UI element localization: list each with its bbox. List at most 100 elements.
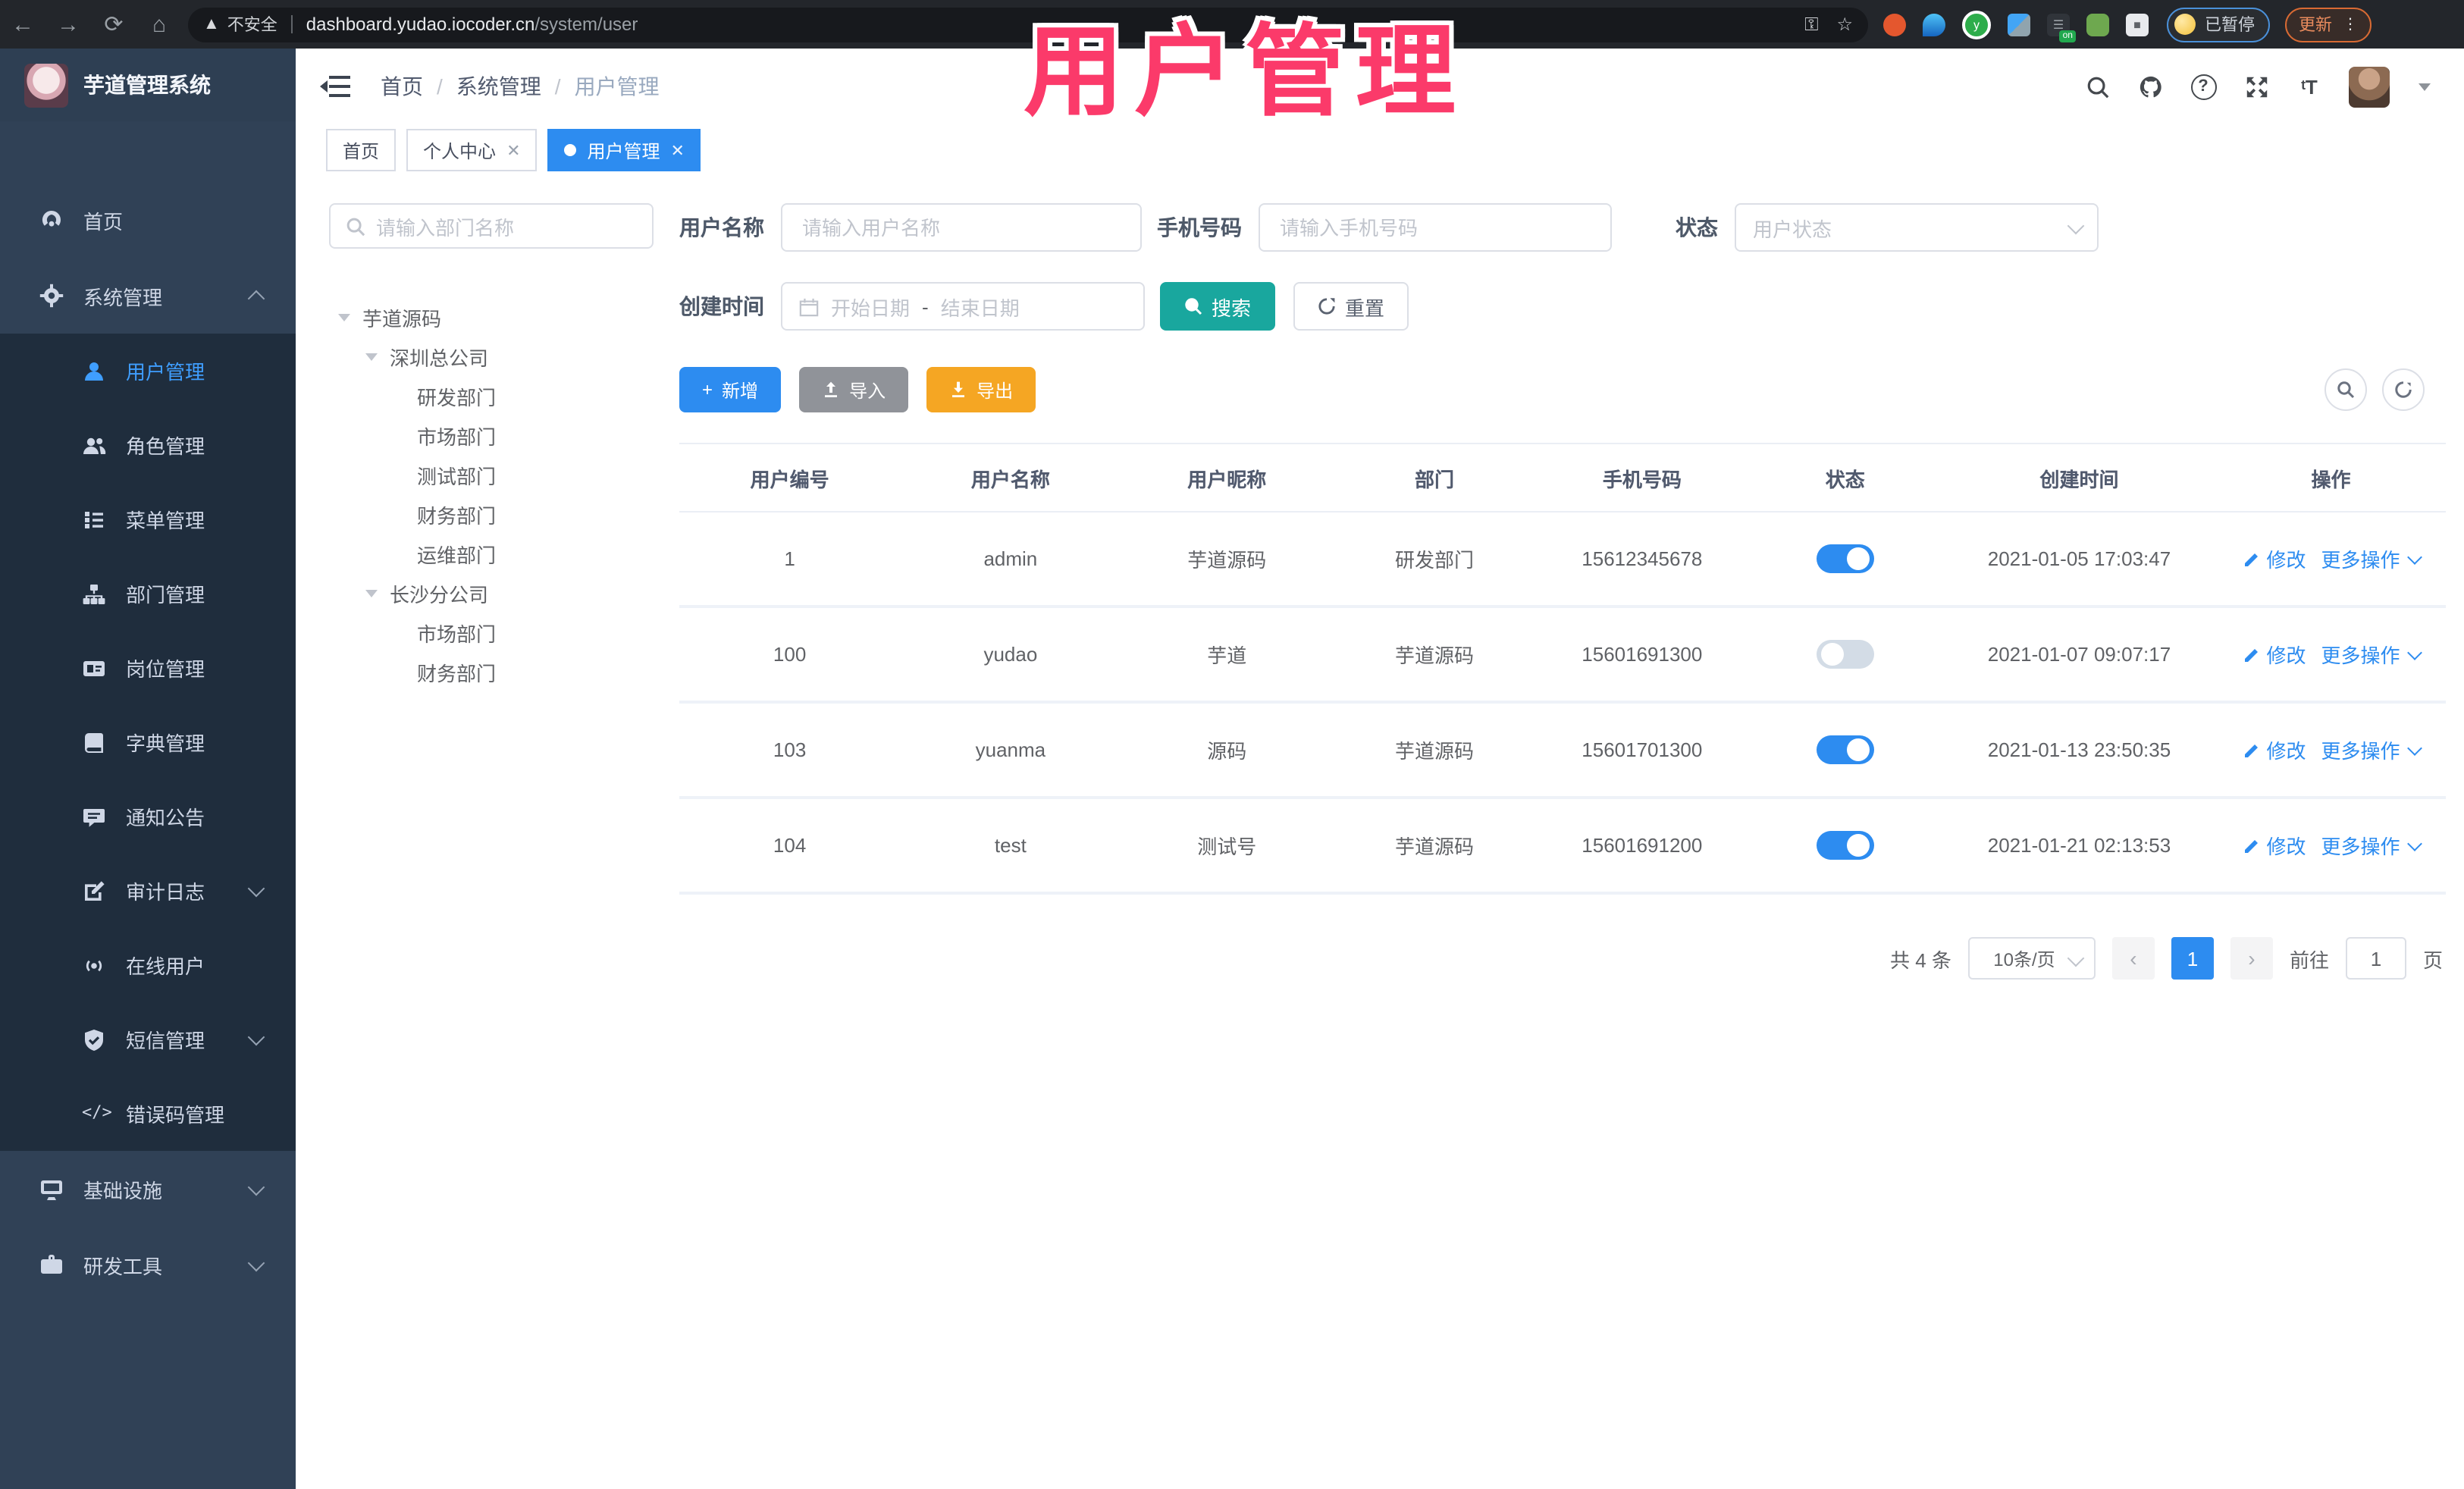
not-secure-warning[interactable]: ▲ 不安全 <box>203 12 277 36</box>
dept-tree-node[interactable]: 芋道源码 <box>329 297 663 337</box>
toggle-search-button[interactable] <box>2324 368 2367 411</box>
cell-dept: 研发部门 <box>1333 512 1537 608</box>
status-toggle[interactable] <box>1816 831 1874 860</box>
extension-squares-icon[interactable] <box>2008 13 2030 36</box>
dept-tree-node[interactable]: 深圳总公司 <box>329 337 663 376</box>
breadcrumb-system[interactable]: 系统管理 <box>456 71 541 102</box>
tab-home[interactable]: 首页 <box>326 129 397 171</box>
tree-caret-icon[interactable] <box>365 589 378 597</box>
avatar-dropdown-icon[interactable] <box>2419 83 2431 90</box>
breadcrumb-home[interactable]: 首页 <box>381 71 423 102</box>
more-actions-link[interactable]: 更多操作 <box>2321 831 2422 860</box>
sidebar-menu-item[interactable]: 首页 <box>0 182 296 258</box>
tab-profile[interactable]: 个人中心 ✕ <box>406 129 538 171</box>
sidebar-menu-item[interactable]: </> 错误码管理 <box>0 1077 296 1151</box>
sidebar-menu-item[interactable]: 审计日志 <box>0 854 296 928</box>
sidebar-menu-item[interactable]: 部门管理 <box>0 556 296 631</box>
infrastructure-icon <box>39 1177 64 1201</box>
sidebar-menu-item[interactable]: 岗位管理 <box>0 631 296 705</box>
app-logo[interactable]: 芋道管理系统 <box>0 49 296 121</box>
dept-tree-label: 芋道源码 <box>362 307 442 330</box>
user-avatar[interactable] <box>2349 66 2390 107</box>
chevron-icon <box>247 289 265 307</box>
extension-blue-drop-icon[interactable] <box>1923 13 1945 36</box>
status-select[interactable]: 用户状态 <box>1735 203 2099 252</box>
extension-list-icon[interactable]: ☰ on <box>2047 13 2076 42</box>
fullscreen-icon[interactable] <box>2243 73 2270 100</box>
browser-forward-icon[interactable]: → <box>45 11 91 37</box>
goto-page-input[interactable]: 1 <box>2345 937 2406 980</box>
dept-tree-node[interactable]: 研发部门 <box>329 376 663 415</box>
status-toggle[interactable] <box>1816 640 1874 669</box>
sidebar-menu-item[interactable]: 在线用户 <box>0 928 296 1002</box>
sidebar-menu-item[interactable]: 通知公告 <box>0 779 296 854</box>
sidebar-menu-item[interactable]: 研发工具 <box>0 1227 296 1302</box>
more-actions-link[interactable]: 更多操作 <box>2321 735 2422 764</box>
sidebar-menu-item[interactable]: 短信管理 <box>0 1002 296 1077</box>
search-button[interactable]: 搜索 <box>1160 282 1276 331</box>
sidebar-menu-item[interactable]: 字典管理 <box>0 705 296 779</box>
dept-tree-node[interactable]: 市场部门 <box>329 613 663 652</box>
refresh-table-button[interactable] <box>2382 368 2425 411</box>
browser-menu-icon[interactable]: ⋮ <box>2343 17 2358 32</box>
edit-link[interactable]: 修改 <box>2242 640 2306 669</box>
dept-search-input[interactable]: 请输入部门名称 <box>329 203 654 249</box>
cell-dept: 芋道源码 <box>1333 798 1537 895</box>
sidebar-item-label: 研发工具 <box>83 1255 163 1277</box>
more-actions-link[interactable]: 更多操作 <box>2321 544 2422 573</box>
status-toggle[interactable] <box>1816 735 1874 764</box>
bookmark-star-icon[interactable]: ☆ <box>1836 14 1853 35</box>
page-size-select[interactable]: 10条/页 <box>1967 937 2096 980</box>
page-1-button[interactable]: 1 <box>2171 937 2214 980</box>
dept-tree-node[interactable]: 财务部门 <box>329 652 663 691</box>
sidebar-menu-item[interactable]: 角色管理 <box>0 408 296 482</box>
dept-tree-node[interactable]: 测试部门 <box>329 455 663 494</box>
tab-user-management[interactable]: 用户管理 ✕ <box>547 129 701 171</box>
dept-tree-node[interactable]: 财务部门 <box>329 494 663 534</box>
dictionary-icon <box>82 730 106 754</box>
browser-reload-icon[interactable]: ⟳ <box>91 11 136 38</box>
export-button[interactable]: 导出 <box>926 367 1036 412</box>
col-status: 状态 <box>1748 443 1942 513</box>
mobile-input[interactable] <box>1259 203 1612 252</box>
collapse-sidebar-icon[interactable] <box>320 76 350 97</box>
sidebar-menu-item[interactable]: 用户管理 <box>0 334 296 408</box>
extensions-puzzle-icon[interactable]: ■ <box>2126 13 2149 36</box>
password-key-icon[interactable]: ⚿ <box>1804 13 1818 36</box>
status-toggle[interactable] <box>1816 544 1874 573</box>
extension-orange-icon[interactable] <box>1883 13 1906 36</box>
calendar-icon <box>799 296 819 316</box>
tree-caret-icon[interactable] <box>338 313 350 321</box>
date-range-picker[interactable]: 开始日期 - 结束日期 <box>781 282 1145 331</box>
edit-link[interactable]: 修改 <box>2242 544 2306 573</box>
font-size-icon[interactable]: ᵗT <box>2296 73 2323 100</box>
next-page-button[interactable]: › <box>2230 937 2273 980</box>
dept-tree-node[interactable]: 市场部门 <box>329 415 663 455</box>
more-actions-link[interactable]: 更多操作 <box>2321 640 2422 669</box>
reset-button[interactable]: 重置 <box>1293 282 1409 331</box>
sidebar-menu-item[interactable]: 菜单管理 <box>0 482 296 556</box>
address-bar[interactable]: ▲ 不安全 dashboard.yudao.iocoder.cn/system/u… <box>188 7 1868 42</box>
browser-home-icon[interactable]: ⌂ <box>136 11 182 37</box>
prev-page-button[interactable]: ‹ <box>2111 937 2155 980</box>
edit-link[interactable]: 修改 <box>2242 735 2306 764</box>
extension-green-y-icon[interactable]: y <box>1962 10 1991 39</box>
profile-paused-badge[interactable]: 已暂停 <box>2167 7 2270 42</box>
add-button[interactable]: + 新增 <box>679 367 782 412</box>
tree-caret-icon[interactable] <box>365 353 378 360</box>
browser-back-icon[interactable]: ← <box>0 11 45 37</box>
search-icon[interactable] <box>2083 73 2111 100</box>
close-icon[interactable]: ✕ <box>506 140 520 160</box>
sidebar-menu-item[interactable]: 基础设施 <box>0 1151 296 1227</box>
edit-link[interactable]: 修改 <box>2242 831 2306 860</box>
browser-update-button[interactable]: 更新 ⋮ <box>2285 7 2372 42</box>
dept-tree-node[interactable]: 运维部门 <box>329 534 663 573</box>
username-input[interactable] <box>781 203 1142 252</box>
github-icon[interactable] <box>2136 73 2164 100</box>
sidebar-menu-item[interactable]: 系统管理 <box>0 258 296 334</box>
help-icon[interactable]: ? <box>2190 73 2217 100</box>
close-icon[interactable]: ✕ <box>671 140 685 160</box>
extension-green-key-icon[interactable] <box>2086 13 2109 36</box>
import-button[interactable]: 导入 <box>799 367 909 412</box>
dept-tree-node[interactable]: 长沙分公司 <box>329 573 663 613</box>
